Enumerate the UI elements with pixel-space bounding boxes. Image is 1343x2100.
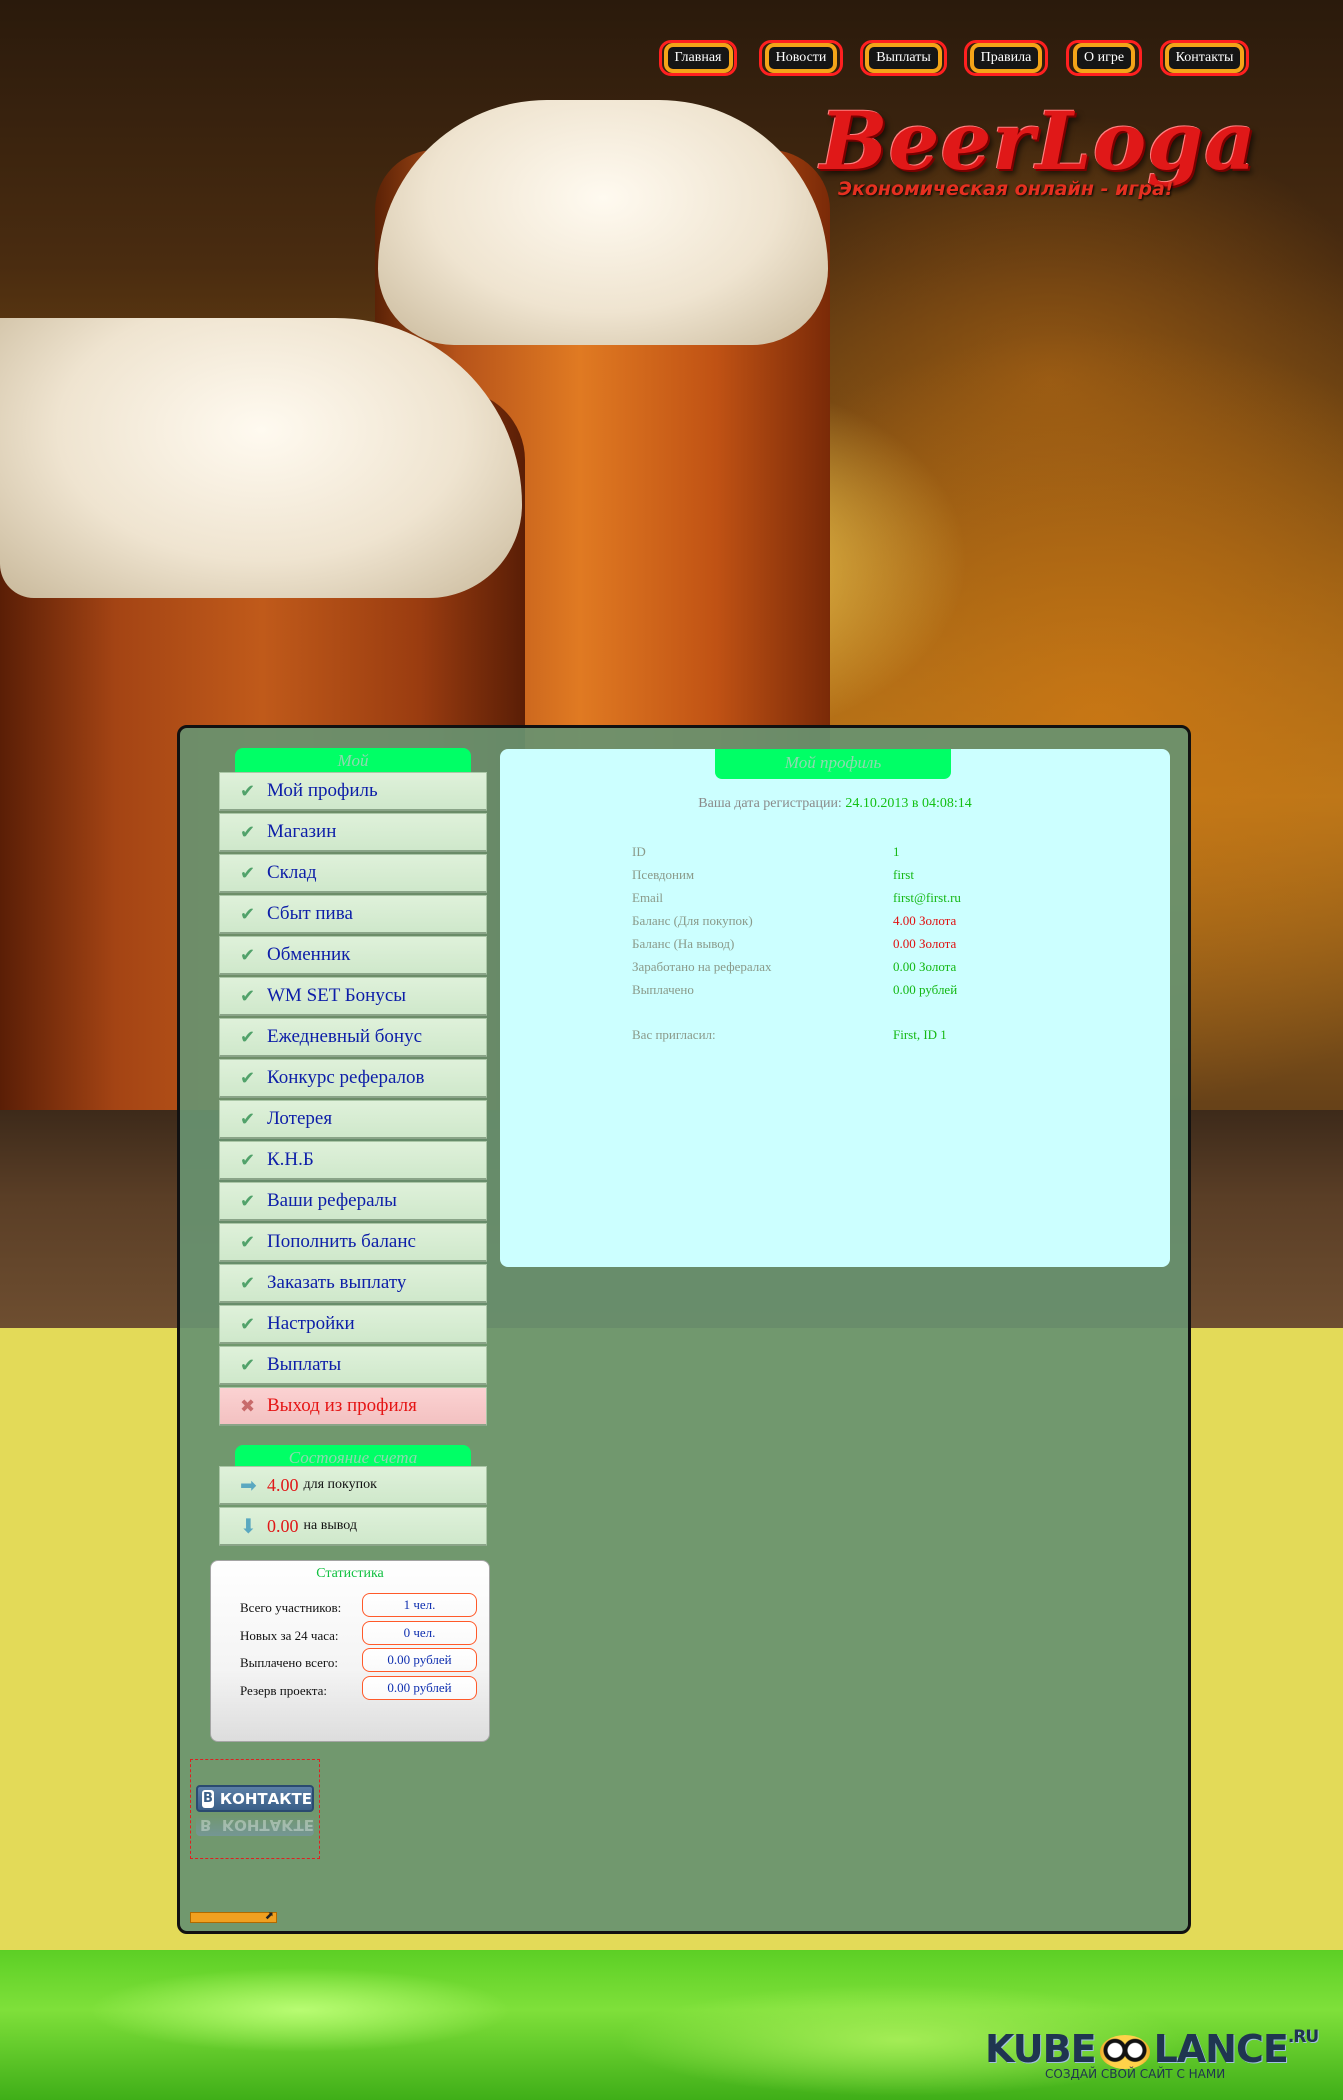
- smiley-icon: [1099, 2034, 1150, 2069]
- stat-total-paid: Выплачено всего: 0.00 рублей: [240, 1648, 490, 1674]
- check-icon: ✔: [240, 862, 256, 884]
- check-icon: ✔: [240, 1067, 256, 1089]
- external-link-icon: ⬈: [264, 1909, 274, 1922]
- profile-row-email: Email first@first.ru: [632, 890, 961, 905]
- profile-row-balance-withdraw: Баланс (На вывод) 0.00 Золота: [632, 936, 957, 951]
- sidebar-item-daily-bonus[interactable]: ✔ Ежедневный бонус: [219, 1018, 487, 1057]
- check-icon: ✔: [240, 1026, 256, 1048]
- site-logo[interactable]: BeerLoga Экономическая онлайн - игра!: [820, 94, 1257, 216]
- nav-rules[interactable]: Правила: [964, 40, 1048, 76]
- profile-title: Мой профиль: [715, 749, 951, 779]
- profile-row-invited-by: Вас пригласил: First, ID 1: [632, 1027, 947, 1042]
- stat-total-members: Всего участников: 1 чел.: [240, 1593, 490, 1619]
- sidebar-item-shop[interactable]: ✔ Магазин: [219, 813, 487, 852]
- sidebar-item-withdraw[interactable]: ✔ Заказать выплату: [219, 1264, 487, 1303]
- balance-purchase: ➡ 4.00 для покупок: [219, 1466, 487, 1505]
- sidebar-item-lottery[interactable]: ✔ Лотерея: [219, 1100, 487, 1139]
- logo-title: BeerLoga: [820, 94, 1257, 188]
- vk-icon: В: [202, 1789, 214, 1808]
- check-icon: ✔: [240, 1313, 256, 1335]
- close-icon: ✖: [240, 1395, 256, 1417]
- check-icon: ✔: [240, 1149, 256, 1171]
- profile-details: ID 1 Псевдоним first Email first@first.ru Б…: [632, 844, 1032, 1050]
- profile-row-id: ID 1: [632, 844, 900, 859]
- sidebar-item-deposit[interactable]: ✔ Пополнить баланс: [219, 1223, 487, 1262]
- profile-row-nickname: Псевдоним first: [632, 867, 914, 882]
- check-icon: ✔: [240, 1231, 256, 1253]
- sidebar-item-payouts[interactable]: ✔ Выплаты: [219, 1346, 487, 1385]
- nav-payouts[interactable]: Выплаты: [860, 40, 947, 76]
- nav-home[interactable]: Главная: [659, 40, 737, 76]
- check-icon: ✔: [240, 903, 256, 925]
- sidebar-item-knb[interactable]: ✔ К.Н.Б: [219, 1141, 487, 1180]
- profile-row-referral-earnings: Заработано на рефералах 0.00 Золота: [632, 959, 957, 974]
- check-icon: ✔: [240, 1108, 256, 1130]
- sidebar-item-warehouse[interactable]: ✔ Склад: [219, 854, 487, 893]
- sidebar-menu: ✔ Мой профиль ✔ Магазин ✔ Склад ✔ Сбыт пива …: [219, 772, 487, 1428]
- vk-button-reflection: В КОНТАКТЕ: [196, 1814, 314, 1836]
- sidebar-item-profile[interactable]: ✔ Мой профиль: [219, 772, 487, 811]
- check-icon: ✔: [240, 1272, 256, 1294]
- sidebar-item-beer-sales[interactable]: ✔ Сбыт пива: [219, 895, 487, 934]
- nav-about[interactable]: О игре: [1066, 40, 1142, 76]
- check-icon: ✔: [240, 1354, 256, 1376]
- counter-badge[interactable]: ⬈: [190, 1909, 277, 1923]
- registration-date: Ваша дата регистрации: 24.10.2013 в 04:0…: [698, 796, 972, 811]
- check-icon: ✔: [240, 985, 256, 1007]
- sidebar-item-exchange[interactable]: ✔ Обменник: [219, 936, 487, 975]
- arrow-down-icon: ⬇: [240, 1514, 257, 1538]
- check-icon: ✔: [240, 1190, 256, 1212]
- beer-foam-back: [378, 100, 828, 345]
- sidebar-item-settings[interactable]: ✔ Настройки: [219, 1305, 487, 1344]
- account-balance: ➡ 4.00 для покупок ⬇ 0.00 на вывод: [219, 1466, 487, 1548]
- main-container: Мой ✔ Мой профиль ✔ Магазин ✔ Склад ✔ Сбыт п…: [177, 725, 1191, 1934]
- vk-widget: В КОНТАКТЕ В КОНТАКТЕ: [190, 1759, 320, 1859]
- statistics-panel: Статистика Всего участников: 1 чел. Новы…: [210, 1560, 490, 1742]
- stat-new-24h: Новых за 24 часа: 0 чел.: [240, 1621, 490, 1647]
- logo-subtitle: Экономическая онлайн - игра!: [838, 178, 1174, 200]
- profile-row-paid: Выплачено 0.00 рублей: [632, 982, 958, 997]
- profile-row-balance-purchase: Баланс (Для покупок) 4.00 Золота: [632, 913, 957, 928]
- stat-reserve: Резерв проекта: 0.00 рублей: [240, 1676, 490, 1702]
- kubelance-logo[interactable]: KUBE LANCE.RU СОЗДАЙ СВОЙ САЙТ С НАМИ: [985, 2027, 1325, 2095]
- beer-foam-front: [0, 318, 522, 598]
- sidebar-item-logout[interactable]: ✖ Выход из профиля: [219, 1387, 487, 1426]
- statistics-title: Статистика: [316, 1566, 384, 1581]
- balance-withdraw: ⬇ 0.00 на вывод: [219, 1507, 487, 1546]
- check-icon: ✔: [240, 780, 256, 802]
- nav-contacts[interactable]: Контакты: [1160, 40, 1249, 76]
- sidebar-item-referrals[interactable]: ✔ Ваши рефералы: [219, 1182, 487, 1221]
- check-icon: ✔: [240, 944, 256, 966]
- profile-panel: Мой профиль Ваша дата регистрации: 24.10…: [500, 749, 1170, 1267]
- check-icon: ✔: [240, 821, 256, 843]
- sidebar-item-referral-contest[interactable]: ✔ Конкурс рефералов: [219, 1059, 487, 1098]
- vk-button[interactable]: В КОНТАКТЕ: [196, 1785, 314, 1812]
- sidebar-item-wmset-bonus[interactable]: ✔ WM SET Бонусы: [219, 977, 487, 1016]
- menu-header: Мой: [235, 748, 471, 774]
- arrow-right-icon: ➡: [240, 1473, 257, 1497]
- nav-news[interactable]: Новости: [759, 40, 843, 76]
